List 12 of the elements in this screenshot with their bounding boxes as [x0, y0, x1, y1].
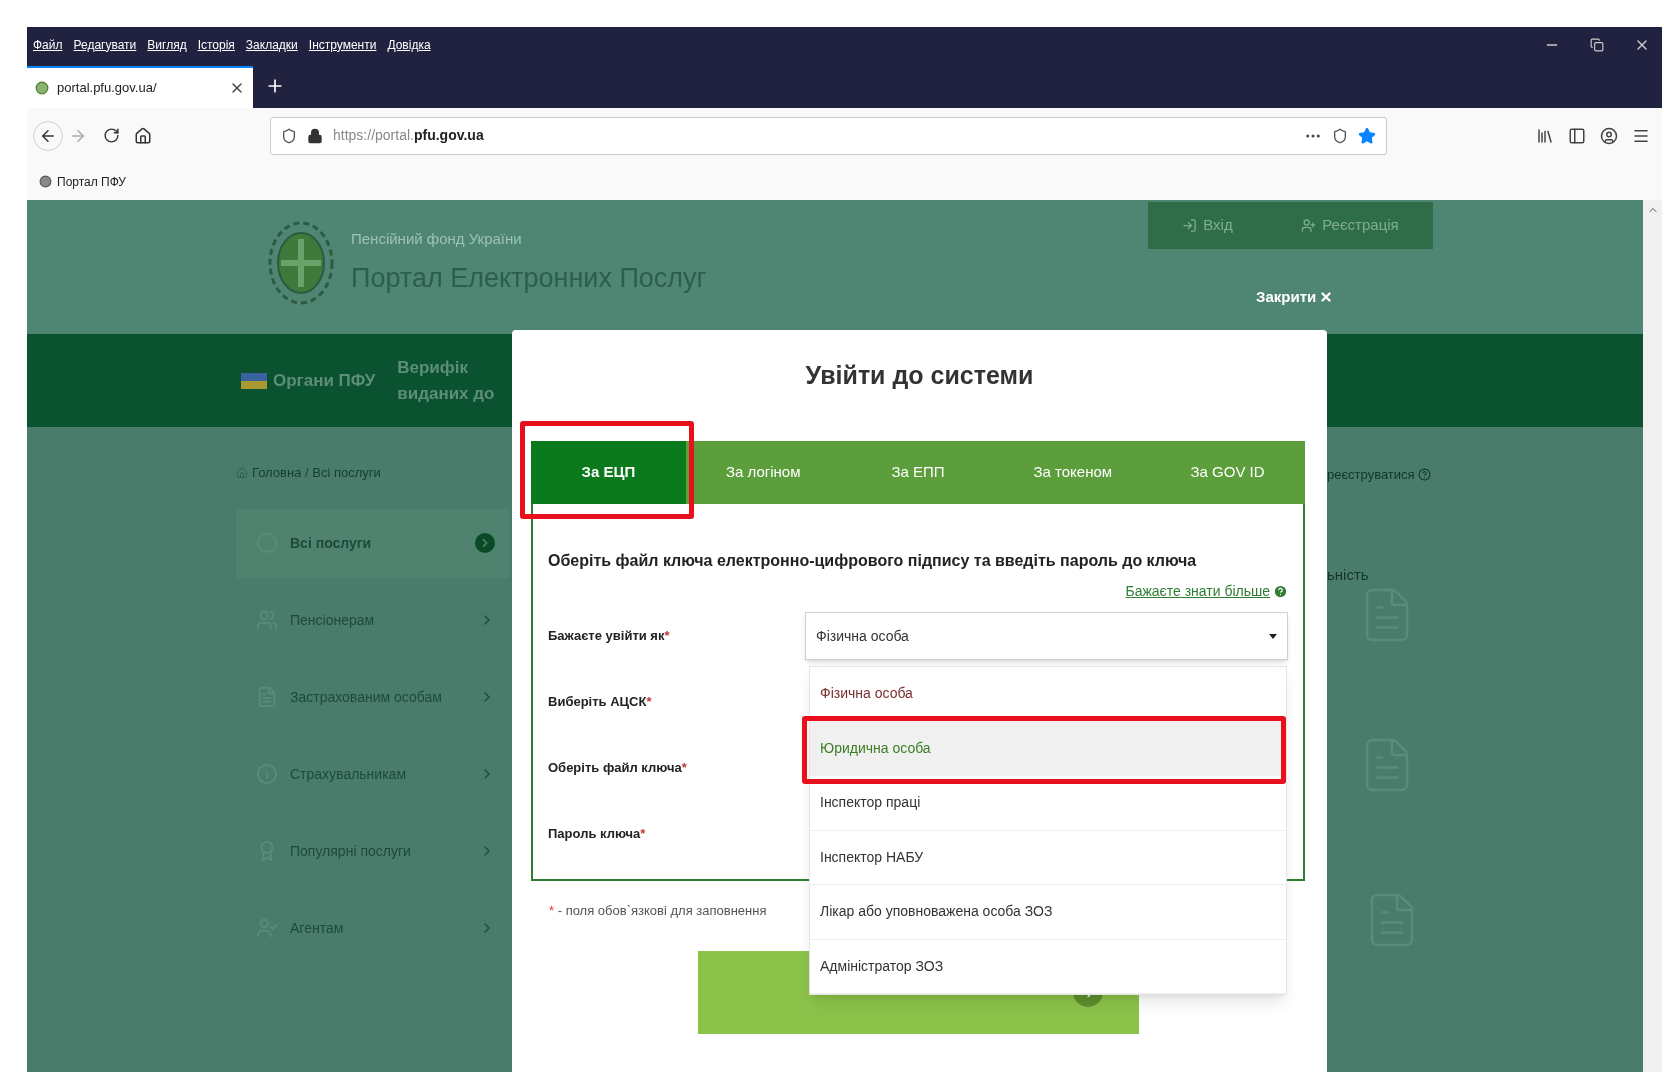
breadcrumb: Головна / Всі послуги	[252, 464, 381, 482]
url-text: https://portal.pfu.gov.ua	[333, 126, 484, 145]
dialog-title: Увійти до системи	[804, 360, 1035, 391]
field-label: Бажаєте увійти як*	[548, 627, 670, 646]
site-subtitle: Пенсійний фонд України	[351, 228, 523, 249]
text-fragment: реєструватися	[1327, 465, 1431, 485]
field-label: Виберіть АЦСК*	[548, 693, 652, 712]
instruction-text: Оберіть файл ключа електронно-цифрового підпису та введіть пароль до ключа	[548, 551, 1198, 571]
field-label: Пароль ключа*	[548, 825, 646, 844]
required-note: * - поля обов`язкові для заповнення	[549, 903, 767, 918]
field-label: Оберіть файл ключа*	[548, 759, 687, 778]
text-fragment: ьність	[1327, 565, 1369, 585]
